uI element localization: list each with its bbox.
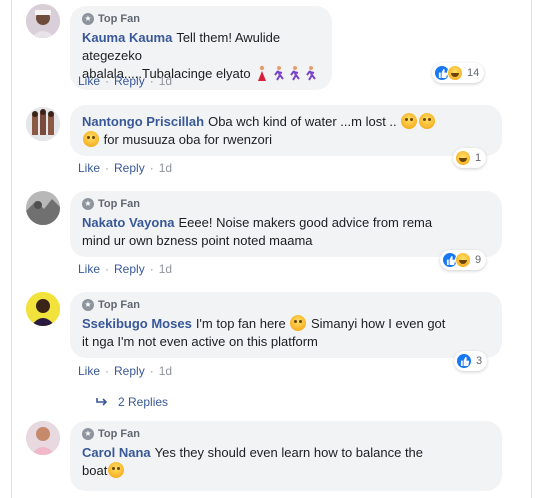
- replies-count-label[interactable]: 2 Replies: [118, 395, 168, 409]
- dancer-emoji-icon: [258, 65, 267, 81]
- comment-bubble: ★ Top Fan Ssekibugo Moses I'm top fan her…: [70, 292, 502, 358]
- commenter-name[interactable]: Nakato Vayona: [82, 215, 175, 230]
- laughing-emoji-icon: [290, 315, 307, 331]
- comment-time[interactable]: 1d: [159, 262, 172, 276]
- comment-time[interactable]: 1d: [159, 364, 172, 378]
- runner-emoji-icon: [306, 66, 317, 81]
- reaction-count: 3: [476, 355, 483, 367]
- avatar[interactable]: [26, 191, 60, 225]
- comment-text-part: Simanyi how I even got: [310, 316, 446, 331]
- like-link[interactable]: Like: [78, 161, 100, 175]
- reply-link[interactable]: Reply: [114, 161, 145, 175]
- commenter-name[interactable]: Nantongo Priscillah: [82, 114, 204, 129]
- haha-reaction-icon: [455, 150, 471, 166]
- top-fan-badge: ★ Top Fan: [82, 298, 490, 312]
- star-icon: ★: [82, 428, 94, 440]
- comment-text: Oba wch kind of water ...m lost ..: [208, 114, 397, 129]
- comment-bubble: ★ Top Fan Carol Nana Yes they should even…: [70, 421, 502, 491]
- like-link[interactable]: Like: [78, 262, 100, 276]
- avatar[interactable]: [26, 107, 60, 141]
- confused-emoji-icon: [401, 113, 418, 129]
- reply-link[interactable]: Reply: [114, 364, 145, 378]
- reply-link[interactable]: Reply: [114, 262, 145, 276]
- comment-text: I'm top fan here: [195, 316, 286, 331]
- commenter-name[interactable]: Kauma Kauma: [82, 30, 172, 45]
- commenter-name[interactable]: Ssekibugo Moses: [82, 316, 192, 331]
- avatar[interactable]: [26, 292, 60, 326]
- like-link[interactable]: Like: [78, 364, 100, 378]
- unamused-emoji-icon: [108, 462, 125, 478]
- comment-text-cont: it nga I'm not even active on this platf…: [82, 334, 318, 349]
- haha-reaction-icon: [455, 252, 471, 268]
- comment-time[interactable]: 1d: [159, 161, 172, 175]
- comment-bubble: Nantongo Priscillah Oba wch kind of water…: [70, 105, 502, 156]
- star-icon: ★: [82, 299, 94, 311]
- runner-emoji-icon: [274, 66, 285, 81]
- confused-emoji-icon: [419, 113, 436, 129]
- haha-reaction-icon: [447, 65, 463, 81]
- star-icon: ★: [82, 198, 94, 210]
- top-fan-badge: ★ Top Fan: [82, 427, 490, 441]
- reaction-count: 9: [475, 254, 482, 266]
- comments-panel: ★ Top Fan Kauma Kauma Tell them! Awulide …: [11, 0, 532, 498]
- runner-emoji-icon: [290, 66, 301, 81]
- reaction-count: 1: [475, 152, 482, 164]
- comment-text-cont: for musuuza oba for rwenzori: [103, 132, 272, 147]
- comment-bubble: ★ Top Fan Nakato Vayona Eeee! Noise maker…: [70, 191, 502, 257]
- top-fan-badge: ★ Top Fan: [82, 12, 320, 26]
- view-replies-link[interactable]: 2 Replies: [96, 395, 168, 409]
- commenter-name[interactable]: Carol Nana: [82, 445, 151, 460]
- star-icon: ★: [82, 13, 94, 25]
- comment-text-cont: boat: [82, 463, 108, 478]
- comment-text: Yes they should even learn how to balanc…: [154, 445, 424, 460]
- reaction-summary[interactable]: 3: [454, 351, 488, 371]
- reaction-summary[interactable]: 9: [440, 250, 487, 270]
- comment-text-cont: mind ur own bzness point noted maama: [82, 233, 313, 248]
- like-link[interactable]: Like: [78, 74, 100, 88]
- avatar[interactable]: [26, 4, 60, 38]
- comment-time[interactable]: 1d: [159, 74, 172, 88]
- like-reaction-icon: [456, 353, 472, 369]
- reply-arrow-icon: [96, 398, 108, 406]
- comment-text: Eeee! Noise makers good advice from rema: [178, 215, 433, 230]
- reaction-count: 14: [467, 67, 480, 79]
- top-fan-badge: ★ Top Fan: [82, 197, 490, 211]
- confused-emoji-icon: [83, 131, 99, 147]
- avatar[interactable]: [26, 421, 60, 455]
- reply-link[interactable]: Reply: [114, 74, 145, 88]
- reaction-summary[interactable]: 1: [453, 148, 487, 168]
- reaction-summary[interactable]: 14: [432, 63, 485, 83]
